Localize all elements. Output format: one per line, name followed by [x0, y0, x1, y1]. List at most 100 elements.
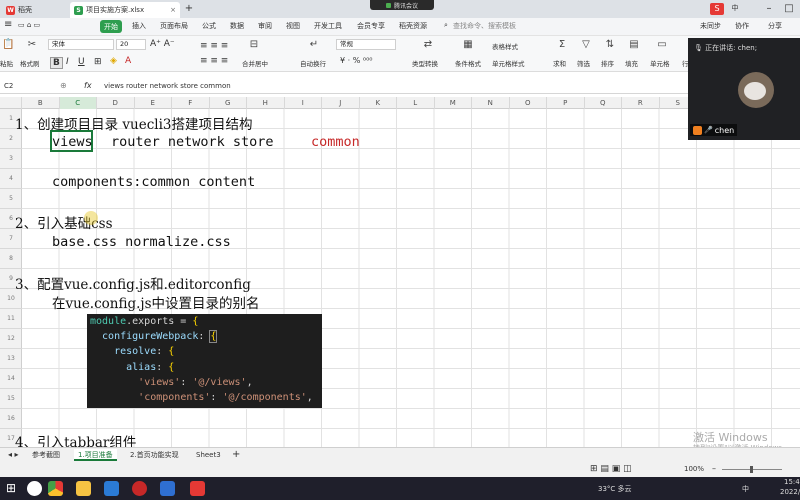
- type-convert-icon[interactable]: ⇄: [422, 39, 434, 51]
- select-all-corner[interactable]: [0, 97, 22, 109]
- cell-views[interactable]: views: [52, 134, 93, 150]
- underline-button[interactable]: U: [78, 57, 85, 67]
- row-header-3[interactable]: 3: [0, 149, 22, 169]
- search-command-field[interactable]: 查找命令、搜索模板: [453, 21, 516, 31]
- sheet-nav-icon[interactable]: ◂ ▸: [4, 449, 23, 461]
- filter-button[interactable]: 筛选: [577, 58, 590, 68]
- new-tab-icon[interactable]: +: [180, 1, 198, 16]
- row-header-8[interactable]: 8: [0, 249, 22, 269]
- vscode-icon[interactable]: [104, 481, 119, 496]
- fill-button[interactable]: 填充: [625, 58, 638, 68]
- ime-chinese-icon[interactable]: 中: [726, 1, 744, 16]
- align-top-icon[interactable]: ≡ ≡ ≡: [200, 41, 228, 51]
- menu-developer[interactable]: 开发工具: [314, 21, 342, 31]
- meeting-app-icon[interactable]: [160, 481, 175, 496]
- column-header-d[interactable]: D: [97, 97, 135, 109]
- zoom-level[interactable]: 100%: [684, 465, 704, 473]
- row-header-5[interactable]: 5: [0, 189, 22, 209]
- zoom-out-icon[interactable]: –: [712, 464, 716, 473]
- clock-time[interactable]: 15:4: [784, 478, 800, 486]
- column-header-i[interactable]: I: [285, 97, 322, 109]
- row-header-12[interactable]: 12: [0, 329, 22, 349]
- collab-button[interactable]: 协作: [735, 21, 749, 31]
- menu-daoke-resources[interactable]: 稻壳资源: [399, 21, 427, 31]
- fill-icon[interactable]: ▤: [628, 39, 640, 51]
- column-header-p[interactable]: P: [547, 97, 585, 109]
- menu-review[interactable]: 审阅: [258, 21, 272, 31]
- sheet-tab-reference[interactable]: 参考截图: [28, 449, 64, 461]
- maximize-icon[interactable]: □: [780, 1, 798, 16]
- wrap-text-icon[interactable]: ↵: [308, 39, 320, 51]
- cell-css-files[interactable]: base.css normalize.css: [52, 234, 231, 250]
- column-header-r[interactable]: R: [622, 97, 660, 109]
- wrap-text-button[interactable]: 自动换行: [300, 58, 326, 68]
- type-convert-button[interactable]: 类型转换: [412, 58, 438, 68]
- merge-center-button[interactable]: 合并居中: [242, 58, 268, 68]
- minimize-icon[interactable]: –: [760, 1, 778, 16]
- meeting-indicator[interactable]: 腾讯会议: [370, 0, 434, 10]
- sheet-tab-home[interactable]: 2.首页功能实现: [126, 449, 183, 461]
- tab-document[interactable]: S 项目实施方案.xlsx ×: [70, 2, 180, 18]
- code-screenshot[interactable]: module.exports = { configureWebpack: { r…: [87, 314, 322, 408]
- row-header-4[interactable]: 4: [0, 169, 22, 189]
- zoom-formula-icon[interactable]: ⊕: [60, 81, 67, 90]
- border-icon[interactable]: ⊞: [94, 57, 102, 67]
- column-header-k[interactable]: K: [360, 97, 397, 109]
- sum-button[interactable]: 求和: [553, 58, 566, 68]
- table-style-button[interactable]: 表格样式: [492, 41, 518, 51]
- search-taskbar-icon[interactable]: [27, 481, 42, 496]
- zoom-slider-thumb[interactable]: [750, 466, 753, 473]
- column-header-f[interactable]: F: [172, 97, 210, 109]
- fill-color-icon[interactable]: ◈: [110, 56, 117, 66]
- menu-member[interactable]: 会员专享: [357, 21, 385, 31]
- increase-font-icon[interactable]: A⁺ A⁻: [150, 39, 175, 49]
- ime-status[interactable]: 中: [742, 484, 749, 494]
- sum-icon[interactable]: Σ: [556, 39, 568, 51]
- column-header-o[interactable]: O: [510, 97, 547, 109]
- share-button[interactable]: 分享: [768, 21, 782, 31]
- column-header-q[interactable]: Q: [585, 97, 622, 109]
- cut-icon[interactable]: ✂: [26, 39, 38, 51]
- sort-icon[interactable]: ⇅: [604, 39, 616, 51]
- file-menu-icon[interactable]: ▭ ⌂ ▭: [18, 21, 40, 29]
- column-header-g[interactable]: G: [210, 97, 247, 109]
- cell-components[interactable]: components:common content: [52, 174, 255, 190]
- search-icon[interactable]: ⌕: [444, 21, 448, 30]
- column-header-m[interactable]: M: [435, 97, 472, 109]
- clock-date[interactable]: 2022/: [780, 488, 800, 496]
- cell-common[interactable]: common: [311, 134, 360, 150]
- filter-icon[interactable]: ▽: [580, 39, 592, 51]
- menu-formula[interactable]: 公式: [202, 21, 216, 31]
- cell-style-button[interactable]: 单元格样式: [492, 58, 525, 68]
- cell-icon[interactable]: ▭: [656, 39, 668, 51]
- number-format-select[interactable]: 常规: [336, 39, 396, 50]
- cell-router-network-store[interactable]: router network store: [111, 134, 274, 150]
- menu-page-layout[interactable]: 页面布局: [160, 21, 188, 31]
- column-header-c[interactable]: C: [59, 97, 97, 109]
- row-header-14[interactable]: 14: [0, 369, 22, 389]
- menu-data[interactable]: 数据: [230, 21, 244, 31]
- formula-input[interactable]: views router network store common: [104, 82, 231, 90]
- column-header-l[interactable]: L: [397, 97, 435, 109]
- column-header-j[interactable]: J: [322, 97, 360, 109]
- conditional-format-button[interactable]: 条件格式: [455, 58, 481, 68]
- column-header-h[interactable]: H: [247, 97, 285, 109]
- paste-icon[interactable]: 📋: [2, 39, 14, 51]
- close-tab-icon[interactable]: ×: [170, 6, 176, 14]
- tab-daoke[interactable]: W 稻壳: [2, 2, 36, 18]
- chrome-icon[interactable]: [48, 481, 63, 496]
- sogou-icon[interactable]: S: [710, 3, 724, 15]
- menu-start[interactable]: 开始: [100, 20, 122, 33]
- bold-button[interactable]: B: [50, 57, 63, 69]
- meeting-panel[interactable]: 🎙 正在讲话: chen; 🎤 chen: [688, 38, 800, 140]
- hamburger-icon[interactable]: ≡: [4, 19, 12, 30]
- currency-percent-icons[interactable]: ¥ · % ⁰⁰⁰: [340, 56, 372, 65]
- column-header-n[interactable]: N: [472, 97, 510, 109]
- record-icon[interactable]: [132, 481, 147, 496]
- menu-insert[interactable]: 插入: [132, 21, 146, 31]
- sort-button[interactable]: 排序: [601, 58, 614, 68]
- unsynced-status[interactable]: 未同步: [700, 21, 721, 31]
- align-left-icon[interactable]: ≡ ≡ ≡: [200, 56, 228, 66]
- row-header-7[interactable]: 7: [0, 229, 22, 249]
- cell-button[interactable]: 单元格: [650, 58, 670, 68]
